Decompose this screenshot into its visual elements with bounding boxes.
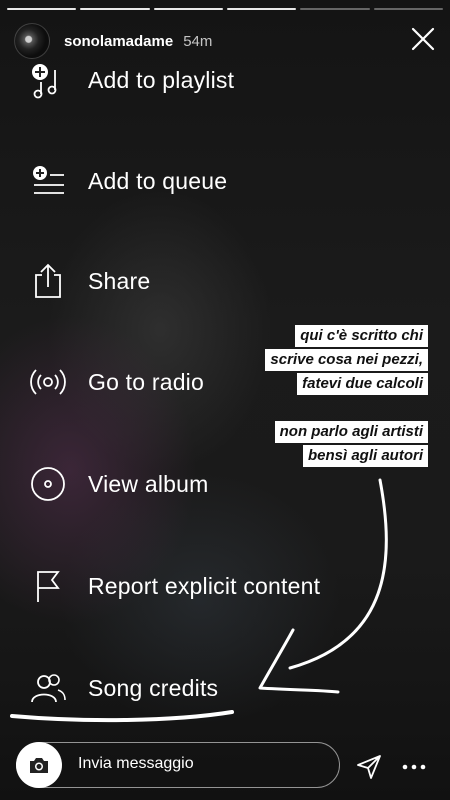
more-options-icon[interactable] — [400, 760, 428, 774]
menu-item-label: Report explicit content — [88, 572, 321, 599]
menu-item-label: Share — [88, 267, 151, 294]
post-time: 54m — [183, 32, 213, 50]
caption-line: scrive cosa nei pezzi, — [265, 349, 428, 371]
caption-line: fatevi due calcoli — [297, 373, 428, 395]
menu-item-label: Song credits — [88, 674, 219, 701]
menu-item-label: Add to queue — [88, 167, 228, 194]
message-placeholder: Invia messaggio — [78, 755, 194, 772]
progress-segment — [226, 8, 297, 10]
caption-block-2: non parlo agli artisti bensì agli autori — [274, 420, 428, 468]
story-progress-bar — [7, 8, 443, 10]
send-icon[interactable] — [356, 754, 382, 780]
username[interactable]: sonolamadame — [64, 33, 173, 50]
menu-item-label: Go to radio — [88, 368, 204, 395]
flag-icon — [28, 566, 68, 606]
song-credits-icon — [28, 668, 68, 708]
menu-item-label: Add to playlist — [88, 66, 235, 93]
avatar[interactable] — [14, 23, 50, 59]
caption-line: non parlo agli artisti — [274, 421, 428, 443]
album-icon — [28, 464, 68, 504]
camera-button[interactable] — [16, 742, 62, 788]
progress-segment — [373, 8, 443, 10]
share-icon — [28, 261, 68, 301]
progress-segment — [80, 8, 150, 10]
progress-segment — [300, 8, 370, 10]
caption-line: bensì agli autori — [302, 445, 428, 467]
progress-segment — [153, 8, 223, 10]
caption-line: qui c'è scritto chi — [295, 325, 428, 347]
menu-item-add-to-queue[interactable]: Add to queue — [0, 156, 450, 206]
menu-item-share[interactable]: Share — [0, 256, 450, 306]
menu-item-add-to-playlist[interactable]: Add to playlist — [0, 55, 450, 105]
progress-segment — [7, 8, 77, 10]
add-to-queue-icon — [28, 161, 68, 201]
menu-item-report-explicit[interactable]: Report explicit content — [0, 561, 450, 611]
close-icon[interactable] — [410, 26, 436, 52]
message-bar: Invia messaggio — [0, 730, 450, 800]
menu-item-song-credits[interactable]: Song credits — [0, 663, 450, 713]
radio-icon — [28, 362, 68, 402]
caption-block-1: qui c'è scritto chi scrive cosa nei pezz… — [265, 324, 428, 396]
camera-icon — [30, 758, 48, 773]
add-to-playlist-icon — [28, 60, 68, 100]
menu-item-label: View album — [88, 470, 209, 497]
